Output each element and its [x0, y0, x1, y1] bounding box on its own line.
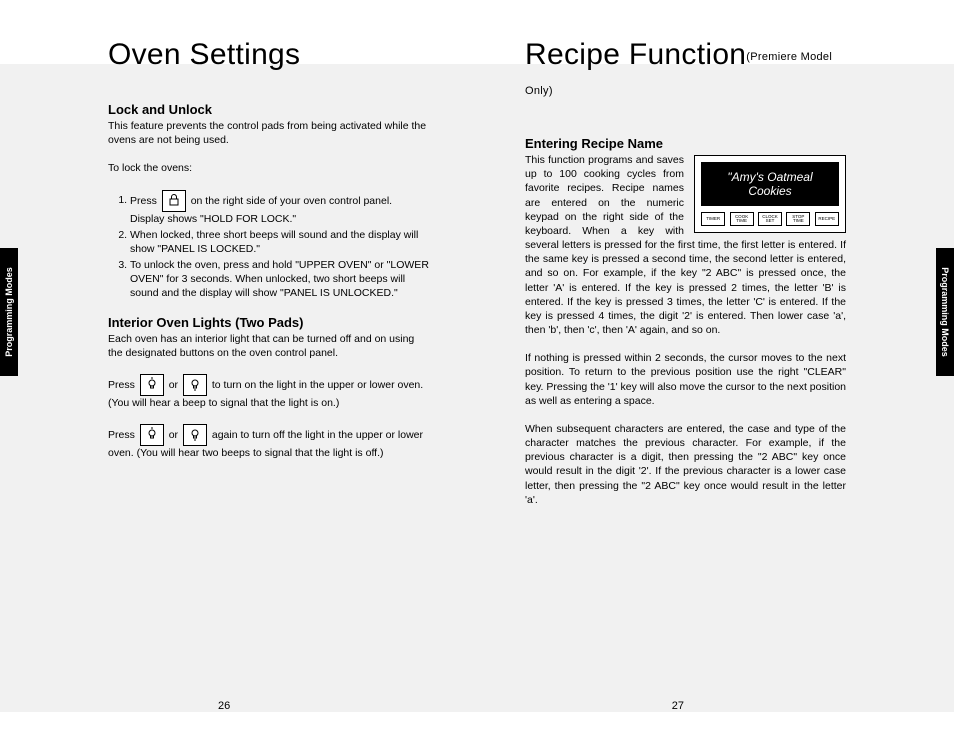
lock-intro: This feature prevents the control pads f…	[108, 119, 429, 147]
lights-intro: Each oven has an interior light that can…	[108, 332, 429, 360]
display-btn: STOP TIME	[786, 212, 810, 226]
oven-display-illustration: "Amy's Oatmeal Cookies TIMER COOK TIME C…	[694, 155, 846, 233]
page-number-left: 26	[218, 700, 230, 712]
lock-lead: To lock the ovens:	[108, 161, 429, 175]
display-screen-text: "Amy's Oatmeal Cookies	[701, 162, 839, 206]
bulb-down-icon	[183, 374, 207, 396]
left-title: Oven Settings	[108, 38, 429, 72]
display-btn: RECIPE	[815, 212, 839, 226]
lights-off: Press or again to turn off the light in …	[108, 424, 429, 460]
display-btn: COOK TIME	[730, 212, 754, 226]
lock-step-2: When locked, three short beeps will soun…	[130, 228, 429, 256]
bulb-down-icon-2	[183, 424, 207, 446]
lock-steps: Press on the right side of your oven con…	[108, 190, 429, 301]
page-number-right: 27	[672, 700, 684, 712]
manual-spread: Programming Modes Programming Modes Oven…	[0, 0, 954, 738]
recipe-p3: When subsequent characters are entered, …	[525, 422, 846, 507]
lights-on: Press or to turn on the light in the upp…	[108, 374, 429, 410]
lock-step-3: To unlock the oven, press and hold "UPPE…	[130, 258, 429, 301]
lock-icon	[162, 190, 186, 212]
content: Oven Settings Lock and Unlock This featu…	[0, 38, 954, 521]
display-btn: TIMER	[701, 212, 725, 226]
heading-entering: Entering Recipe Name	[525, 136, 846, 151]
recipe-p2: If nothing is pressed within 2 seconds, …	[525, 351, 846, 408]
right-title: Recipe Function(Premiere Model Only)	[525, 38, 846, 106]
display-btn: CLOCK SET	[758, 212, 782, 226]
bulb-up-icon	[140, 374, 164, 396]
bulb-up-icon-2	[140, 424, 164, 446]
heading-lock: Lock and Unlock	[108, 102, 429, 117]
heading-lights: Interior Oven Lights (Two Pads)	[108, 315, 429, 330]
display-buttons: TIMER COOK TIME CLOCK SET STOP TIME RECI…	[695, 212, 845, 232]
left-page: Oven Settings Lock and Unlock This featu…	[0, 38, 477, 521]
right-page: Recipe Function(Premiere Model Only) Ent…	[477, 38, 954, 521]
lock-step-1: Press on the right side of your oven con…	[130, 190, 429, 226]
